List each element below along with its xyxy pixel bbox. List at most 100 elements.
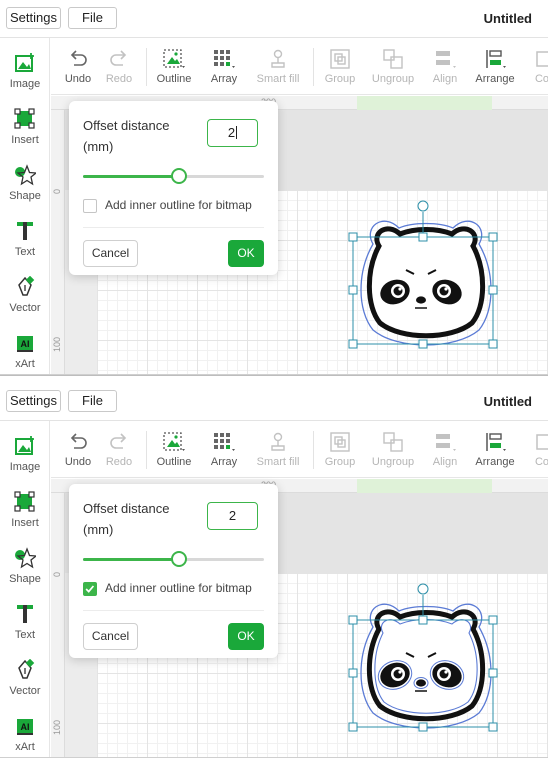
array-button[interactable]: Array: [204, 38, 244, 95]
sidebar-item-label: Image: [9, 461, 41, 473]
ungroup-button[interactable]: Ungroup: [369, 38, 417, 95]
smart-fill-button[interactable]: Smart fill: [252, 38, 304, 95]
slider-thumb[interactable]: [170, 551, 187, 567]
pen-vector-icon: [18, 659, 35, 679]
image-add-icon: [15, 53, 34, 72]
sidebar-item-xart[interactable]: AI xArt: [0, 711, 50, 757]
panda-head: [366, 609, 486, 722]
toolbar-divider: [146, 431, 147, 469]
sidebar-item-insert[interactable]: Insert: [0, 487, 50, 537]
ruler-number: 100: [52, 719, 62, 735]
file-button[interactable]: File: [68, 7, 117, 29]
offset-slider[interactable]: [83, 168, 264, 184]
sidebar-item-label: Insert: [11, 134, 39, 146]
array-grid-icon: [214, 433, 235, 451]
ruler-highlight: [357, 96, 492, 110]
redo-button[interactable]: Redo: [100, 421, 138, 478]
undo-label: Undo: [64, 456, 92, 468]
arrange-label: Arrange: [475, 73, 515, 85]
panda-artwork[interactable]: [343, 579, 509, 735]
shape-star-icon: [15, 547, 36, 569]
slider-thumb[interactable]: [170, 168, 187, 184]
settings-button[interactable]: Settings: [6, 390, 61, 412]
offset-slider[interactable]: [83, 551, 264, 567]
arrange-label: Arrange: [475, 456, 515, 468]
popup-divider: [83, 610, 264, 611]
text-caret: [236, 126, 238, 139]
svg-text:AI: AI: [21, 722, 30, 732]
toolbar: Undo Redo Outline Array Smart fill Group…: [51, 38, 548, 95]
inner-outline-checkbox[interactable]: [83, 199, 97, 213]
outline-button[interactable]: Outline: [151, 38, 197, 95]
inner-outline-checkbox[interactable]: [83, 582, 97, 596]
redo-button[interactable]: Redo: [100, 38, 138, 95]
sidebar-item-vector[interactable]: Vector: [0, 655, 50, 705]
sidebar-item-xart[interactable]: AI xArt: [0, 328, 50, 374]
group-button[interactable]: Group: [319, 421, 361, 478]
image-add-icon: [15, 436, 34, 455]
ok-button[interactable]: OK: [228, 240, 264, 267]
screenshot-before: Settings File Untitled Image Insert Shap…: [0, 0, 548, 375]
sidebar-item-shape[interactable]: Shape: [0, 543, 50, 593]
outline-button[interactable]: Outline: [151, 421, 197, 478]
sidebar-item-shape[interactable]: Shape: [0, 160, 50, 210]
group-button[interactable]: Group: [319, 38, 361, 95]
sidebar-item-label: Vector: [9, 685, 41, 697]
offset-distance-input[interactable]: 2: [207, 119, 258, 147]
sidebar-item-vector[interactable]: Vector: [0, 272, 50, 322]
cancel-button[interactable]: Cancel: [83, 623, 138, 650]
align-button[interactable]: Align: [425, 421, 465, 478]
document-title: Untitled: [483, 11, 532, 26]
combine-label: Co: [534, 73, 548, 85]
sidebar-item-image[interactable]: Image: [0, 431, 50, 481]
ok-button[interactable]: OK: [228, 623, 264, 650]
settings-button[interactable]: Settings: [6, 7, 61, 29]
sidebar-item-label: Shape: [9, 573, 41, 585]
undo-icon: [70, 50, 87, 66]
sidebar-item-label: xArt: [15, 741, 35, 753]
ruler-highlight: [357, 479, 492, 493]
ungroup-icon: [383, 432, 403, 452]
screenshot-separator: [0, 375, 548, 383]
panda-head: [366, 226, 486, 339]
undo-button[interactable]: Undo: [59, 38, 97, 95]
inner-outline-checkbox-label[interactable]: Add inner outline for bitmap: [105, 581, 252, 595]
offset-distance-label: Offset distance (mm): [83, 501, 170, 537]
combine-button[interactable]: Co: [527, 421, 548, 478]
outline-popup: Offset distance (mm) 2 Add inner outline…: [69, 101, 278, 275]
arrange-button[interactable]: Arrange: [471, 38, 519, 95]
left-sidebar: Image Insert Shape Text Vector AI xArt: [0, 421, 50, 757]
offset-distance-input[interactable]: 2: [207, 502, 258, 530]
align-button[interactable]: Align: [425, 38, 465, 95]
ungroup-button[interactable]: Ungroup: [369, 421, 417, 478]
ungroup-label: Ungroup: [371, 73, 415, 85]
undo-label: Undo: [64, 73, 92, 85]
sidebar-item-text[interactable]: Text: [0, 599, 50, 649]
arrange-icon: [486, 50, 506, 68]
undo-button[interactable]: Undo: [59, 421, 97, 478]
sidebar-item-text[interactable]: Text: [0, 216, 50, 266]
sidebar-item-label: xArt: [15, 358, 35, 370]
cancel-button[interactable]: Cancel: [83, 240, 138, 267]
top-bar: Settings File Untitled: [0, 0, 548, 38]
group-label: Group: [324, 73, 356, 85]
inner-outline-checkbox-label[interactable]: Add inner outline for bitmap: [105, 198, 252, 212]
sidebar-item-image[interactable]: Image: [0, 48, 50, 98]
sidebar-item-label: Text: [14, 629, 36, 641]
panda-artwork[interactable]: [343, 196, 509, 352]
file-button[interactable]: File: [68, 390, 117, 412]
sidebar-item-insert[interactable]: Insert: [0, 104, 50, 154]
combine-button[interactable]: Co: [527, 38, 548, 95]
smart-fill-button[interactable]: Smart fill: [252, 421, 304, 478]
combine-label: Co: [534, 456, 548, 468]
arrange-button[interactable]: Arrange: [471, 421, 519, 478]
outline-label: Outline: [156, 456, 192, 468]
screenshot-after: Settings File Untitled Image Insert Shap…: [0, 383, 548, 758]
offset-value: 2: [228, 508, 237, 523]
array-button[interactable]: Array: [204, 421, 244, 478]
redo-label: Redo: [105, 456, 133, 468]
align-icon: [436, 434, 456, 451]
outline-icon: [163, 432, 185, 451]
outline-popup: Offset distance (mm) 2 Add inner outline…: [69, 484, 278, 658]
sidebar-item-label: Vector: [9, 302, 41, 314]
